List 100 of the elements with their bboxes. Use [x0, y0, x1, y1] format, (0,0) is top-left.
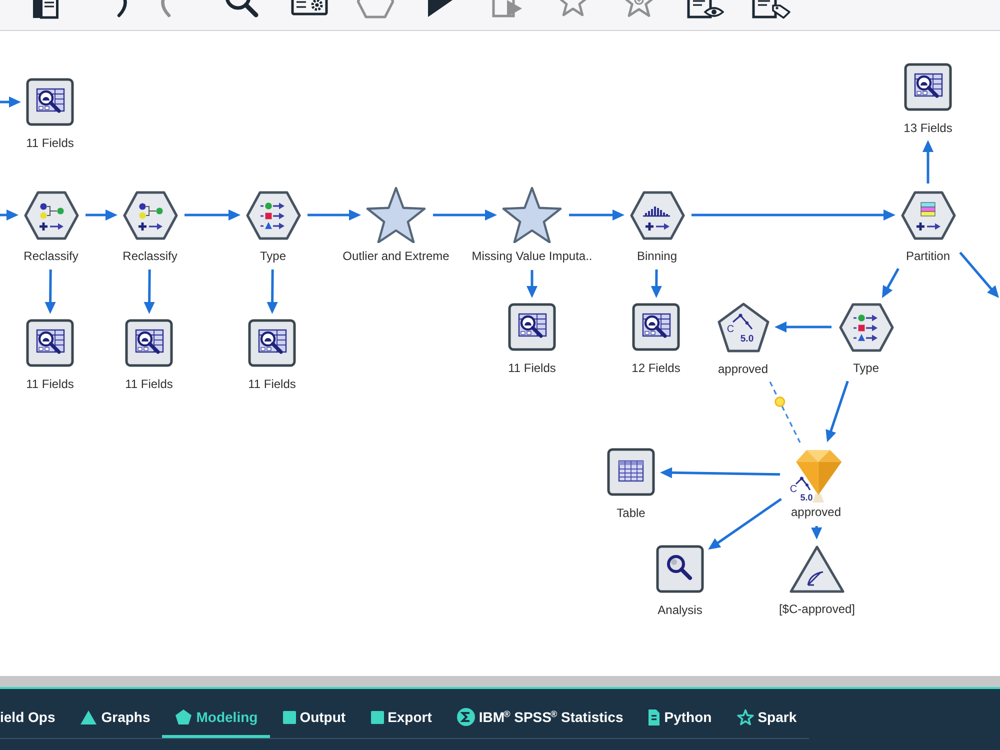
hexagon-node[interactable]: [246, 190, 300, 240]
square-node[interactable]: [26, 78, 74, 126]
document-play-icon: [492, 0, 522, 19]
node-label: 13 Fields: [904, 121, 952, 135]
toolbar-button[interactable]: [686, 0, 724, 19]
pentagon-icon: [175, 709, 192, 725]
flow-arrow: [811, 526, 822, 540]
node-label: 11 Fields: [508, 361, 556, 375]
hexagon-node[interactable]: [24, 190, 78, 240]
dots-arrow-icon: [39, 202, 64, 230]
dots-arrow-icon: [138, 202, 162, 230]
palette-tab[interactable]: IBM$^{®}$ SPSS$^{®}$ Statistics: [444, 689, 636, 738]
hexagon-node[interactable]: [900, 190, 956, 240]
node-label: 11 Fields: [248, 377, 296, 391]
node-label: Type: [853, 360, 879, 374]
triangle-icon: [80, 710, 98, 724]
toolbar-button[interactable]: [427, 0, 455, 19]
flow-arrow: [266, 269, 278, 314]
flow-arrow: [433, 210, 497, 220]
shapes-arrows-icon: [260, 202, 284, 229]
flow-arrow: [44, 269, 56, 314]
node-label: [$C-approved]: [778, 602, 856, 616]
flow-arrow: [86, 210, 118, 220]
square-node[interactable]: [26, 319, 74, 367]
horizontal-scrollbar[interactable]: [0, 676, 1000, 687]
hexagon-node[interactable]: [838, 302, 894, 352]
table-magnifier-icon: [36, 329, 65, 354]
square-node[interactable]: [904, 63, 952, 111]
hexagon-icon: [356, 0, 394, 19]
pentagon-node[interactable]: C 5.0: [716, 302, 770, 352]
flow-arrow: [144, 269, 155, 314]
node-label: Reclassify: [24, 248, 78, 262]
square-node[interactable]: [632, 303, 680, 351]
flow-arrow: [308, 210, 361, 220]
flow-arrow: [526, 270, 538, 298]
flow-arrow: [882, 268, 900, 298]
square-icon: [282, 710, 296, 724]
palette-tab[interactable]: Modeling: [162, 689, 270, 738]
shapes-arrows-icon: [853, 314, 877, 341]
node-label: Table: [616, 506, 646, 520]
node-label: Binning: [636, 248, 678, 262]
document-icon: [648, 708, 660, 726]
node-label: approved: [790, 505, 842, 519]
table-magnifier-icon: [135, 329, 164, 354]
square-node[interactable]: [656, 545, 704, 593]
gem-node[interactable]: C 5.0: [787, 447, 845, 503]
square-node[interactable]: [607, 448, 655, 496]
table-magnifier-icon: [258, 329, 287, 354]
square-node[interactable]: [508, 303, 556, 351]
toolbar-button[interactable]: [116, 0, 130, 19]
node-label: Outlier and Extreme: [342, 249, 450, 263]
toolbar-button[interactable]: [32, 0, 58, 19]
icon-version: 5.0: [740, 333, 754, 344]
table-icon: [618, 460, 644, 482]
node-label: Missing Value Imputa..: [472, 249, 592, 263]
flow-arrow: [922, 140, 934, 184]
icon-version: 5.0: [800, 492, 813, 502]
flow-arrow: [569, 210, 624, 220]
redo-icon: [158, 0, 172, 19]
node-label: Analysis: [658, 603, 702, 617]
histogram-icon: [642, 206, 670, 230]
toolbar-button[interactable]: [752, 0, 790, 19]
stacked-bars-icon: [916, 202, 940, 230]
dashed-link: [769, 381, 801, 443]
table-magnifier-icon: [36, 88, 65, 113]
node-label: 12 Fields: [632, 361, 680, 375]
node-label: 11 Fields: [125, 377, 173, 391]
table-magnifier-icon: [642, 313, 671, 338]
node-label: 11 Fields: [26, 377, 74, 391]
flow-arrow: [0, 210, 18, 220]
table-magnifier-icon: [518, 313, 547, 338]
table-magnifier-icon: [914, 73, 943, 98]
palette-tab[interactable]: Graphs: [67, 689, 162, 738]
palette-tab[interactable]: Spark: [724, 689, 809, 738]
node-label: 11 Fields: [26, 136, 74, 150]
undo-icon: [116, 0, 130, 19]
square-node[interactable]: [125, 319, 173, 367]
square-icon: [370, 710, 384, 724]
palette-tab[interactable]: ield Ops: [0, 689, 68, 738]
flow-arrow: [650, 270, 662, 298]
star-node[interactable]: [366, 187, 426, 243]
magnifier-icon: [667, 555, 692, 580]
sigma-icon: [456, 708, 475, 726]
flow-arrow: [959, 252, 999, 298]
star-node[interactable]: [502, 187, 562, 243]
node-label: Partition: [906, 248, 950, 262]
square-node[interactable]: [248, 319, 296, 367]
play-icon: [427, 0, 455, 19]
icon-letter: C: [726, 324, 734, 334]
node-label: approved: [718, 362, 768, 376]
flow-arrow: [826, 380, 849, 442]
hexagon-node[interactable]: [630, 190, 684, 240]
palette-tab[interactable]: Output: [270, 689, 358, 738]
flow-arrow: [0, 96, 21, 108]
palette-tab[interactable]: Python: [635, 689, 724, 738]
star-icon: [736, 708, 754, 726]
triangle-node[interactable]: [789, 544, 845, 594]
icon-letter: C: [790, 484, 798, 495]
hexagon-node[interactable]: [122, 190, 178, 240]
palette-tab[interactable]: Export: [358, 689, 444, 738]
